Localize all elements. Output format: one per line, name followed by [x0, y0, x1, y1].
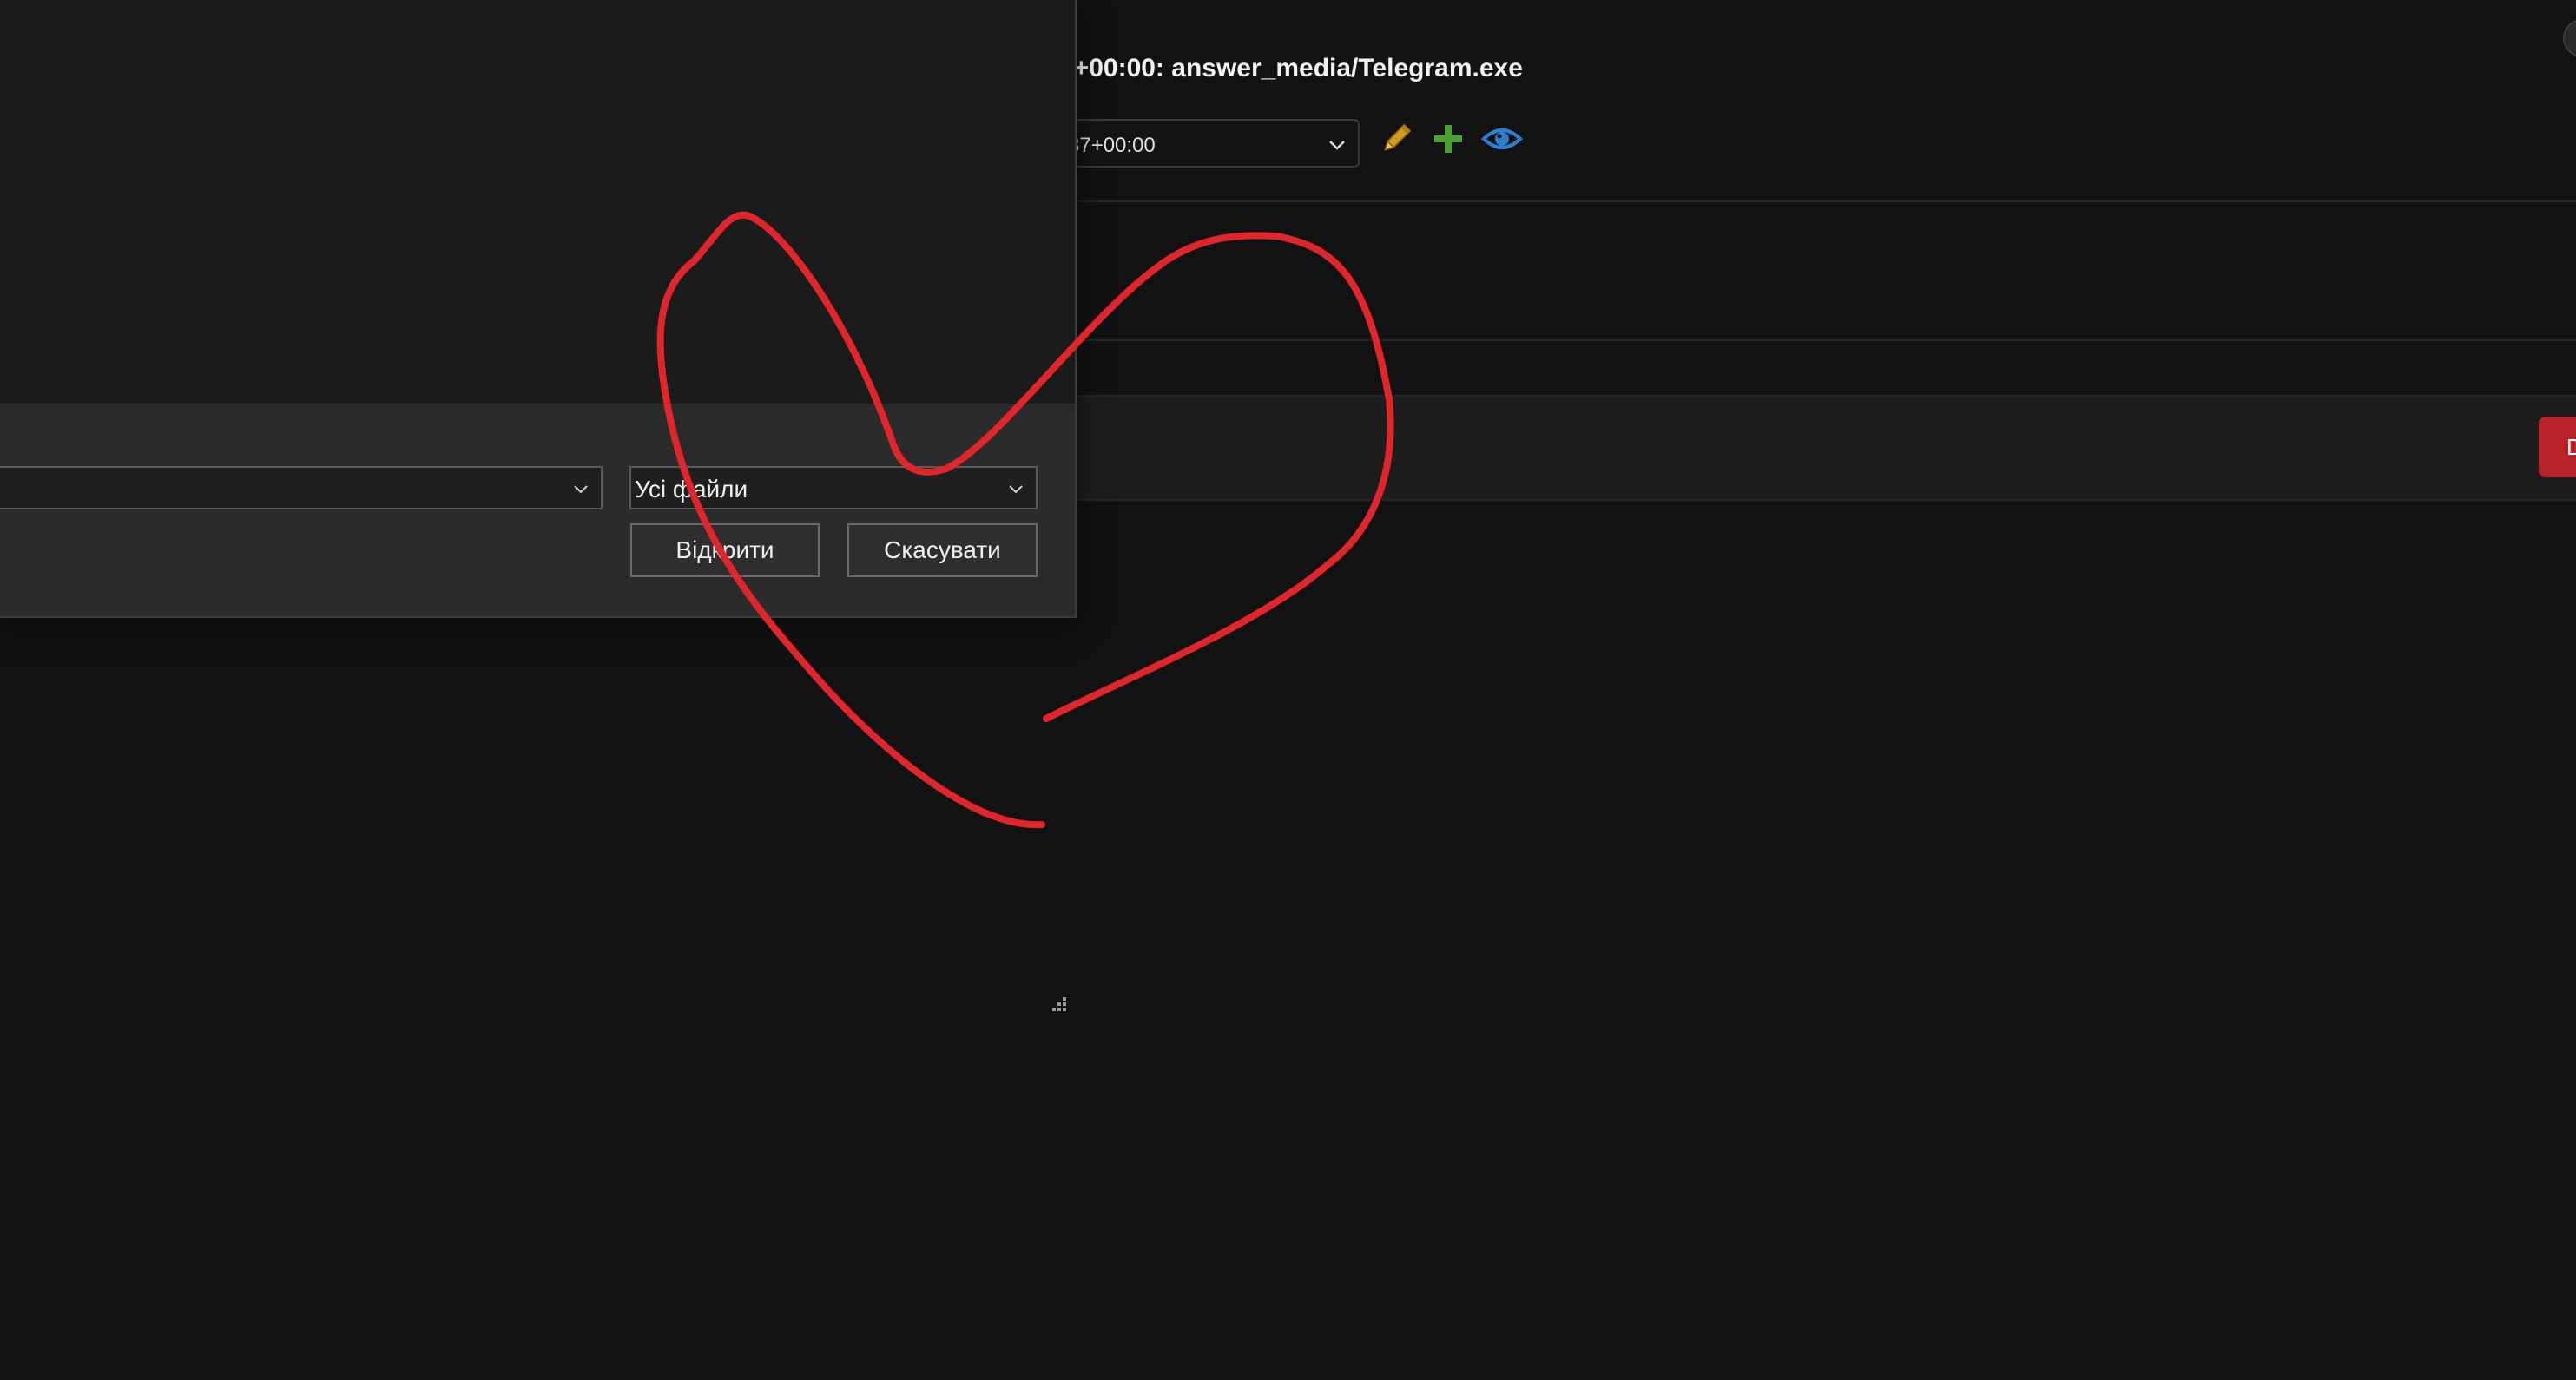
eye-icon[interactable] — [1481, 120, 1523, 158]
chevron-down-icon — [574, 485, 588, 494]
version-select-value: 37+00:00 — [1068, 134, 1156, 157]
divider — [1077, 200, 2576, 202]
filetype-value: Усі файли — [635, 476, 748, 503]
avatar[interactable] — [2563, 19, 2576, 57]
chevron-down-icon — [1009, 485, 1023, 494]
open-file-dialog: Усі файли Відкрити Скасувати — [0, 0, 1077, 1011]
chevron-down-icon — [1329, 141, 1345, 150]
dialog-footer: Усі файли Відкрити Скасувати — [0, 404, 1075, 1011]
danger-button[interactable]: D — [2539, 417, 2576, 477]
cancel-button[interactable]: Скасувати — [847, 523, 1038, 577]
page-title: 7+00:00: answer_media/Telegram.exe — [1059, 54, 1523, 82]
filetype-combo[interactable]: Усі файли — [629, 466, 1038, 509]
pencil-icon[interactable] — [1377, 120, 1415, 158]
filename-combo[interactable] — [0, 466, 603, 509]
danger-button-label: D — [2566, 434, 2576, 460]
open-button[interactable]: Відкрити — [630, 523, 820, 577]
divider — [1077, 339, 2576, 341]
resize-grip-icon[interactable] — [1051, 996, 1068, 1013]
version-select[interactable]: 37+00:00 — [1038, 119, 1360, 168]
toolbar-row — [1077, 395, 2576, 501]
plus-icon[interactable] — [1429, 120, 1467, 158]
